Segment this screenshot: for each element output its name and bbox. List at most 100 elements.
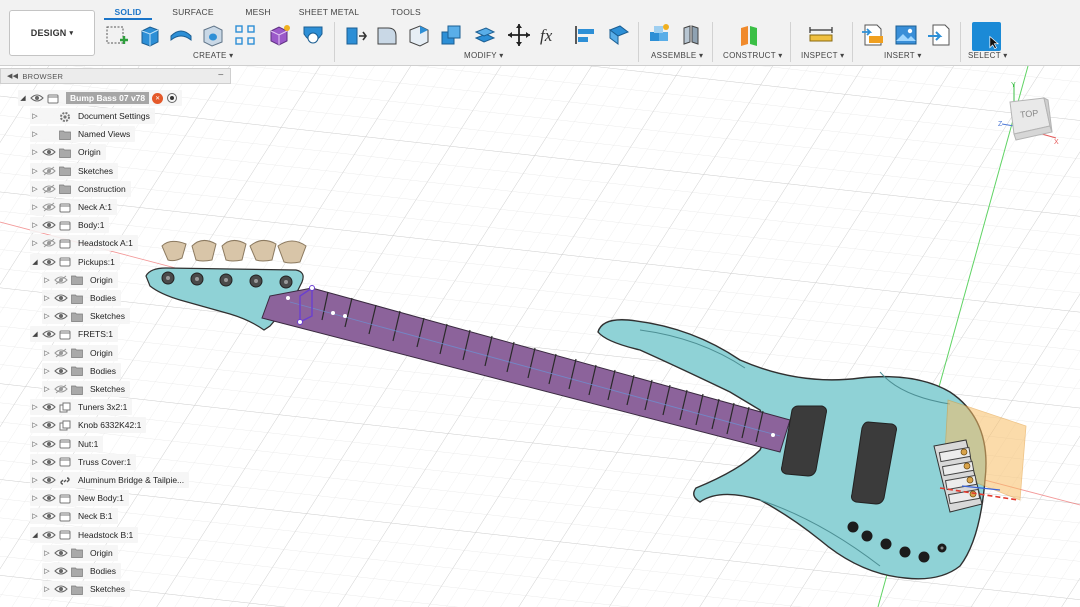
parameters-icon[interactable]: fx — [538, 22, 564, 48]
warning-badge-icon[interactable]: ✕ — [152, 92, 164, 104]
browser-item[interactable]: ▷ Origin — [42, 271, 118, 288]
expand-right-icon[interactable]: ▷ — [30, 203, 40, 211]
tab-mesh[interactable]: MESH — [238, 5, 278, 19]
expand-right-icon[interactable]: ▷ — [42, 549, 52, 557]
visibility-hidden-icon[interactable] — [54, 348, 68, 358]
create-form-icon[interactable] — [266, 22, 292, 48]
browser-item[interactable]: ◢ Pickups:1 — [30, 253, 120, 270]
expand-down-icon[interactable]: ◢ — [30, 330, 40, 338]
expand-right-icon[interactable]: ▷ — [42, 367, 52, 375]
group-create-label[interactable]: CREATE ▾ — [193, 51, 234, 60]
browser-item[interactable]: ▷ Neck A:1 — [30, 199, 118, 215]
mirror-icon[interactable] — [300, 22, 326, 48]
insert-svg-icon[interactable] — [860, 22, 886, 48]
minimize-icon[interactable]: − — [218, 70, 224, 81]
expand-down-icon[interactable]: ◢ — [18, 94, 28, 102]
browser-item[interactable]: ▷ Origin — [42, 344, 118, 361]
expand-right-icon[interactable]: ▷ — [42, 349, 52, 357]
visibility-eye-icon[interactable] — [42, 257, 56, 267]
visibility-eye-icon[interactable] — [42, 220, 56, 230]
view-cube[interactable]: TOP Y X Z — [998, 80, 1062, 151]
visibility-hidden-icon[interactable] — [42, 238, 56, 248]
move-icon[interactable] — [506, 22, 532, 48]
extrude-icon[interactable] — [136, 22, 162, 48]
expand-right-icon[interactable]: ▷ — [30, 239, 40, 247]
browser-item[interactable]: ◢ Headstock B:1 — [30, 526, 139, 543]
press-pull-icon[interactable] — [342, 22, 368, 48]
expand-down-icon[interactable]: ◢ — [30, 531, 40, 539]
visibility-eye-icon[interactable] — [54, 293, 68, 303]
browser-item[interactable]: ▷ Origin — [30, 144, 106, 161]
split-body-icon[interactable] — [472, 22, 498, 48]
tab-sheet-metal[interactable]: SHEET METAL — [294, 5, 364, 19]
group-construct-label[interactable]: CONSTRUCT ▾ — [723, 51, 783, 60]
attach-canvas-icon[interactable] — [893, 22, 919, 48]
hole-icon[interactable] — [200, 22, 226, 48]
fillet-icon[interactable] — [374, 22, 400, 48]
visibility-hidden-icon[interactable] — [54, 275, 68, 285]
visibility-eye-icon[interactable] — [42, 493, 56, 503]
visibility-eye-icon[interactable] — [42, 420, 56, 430]
3d-viewport[interactable] — [0, 65, 1080, 607]
group-modify-label[interactable]: MODIFY ▾ — [464, 51, 504, 60]
browser-item[interactable]: ▷ Bodies — [42, 290, 121, 306]
tab-surface[interactable]: SURFACE — [166, 5, 220, 19]
expand-right-icon[interactable]: ▷ — [30, 458, 40, 466]
expand-right-icon[interactable]: ▷ — [30, 148, 40, 156]
group-inspect-label[interactable]: INSPECT ▾ — [801, 51, 844, 60]
visibility-eye-icon[interactable] — [42, 457, 56, 467]
expand-right-icon[interactable]: ▷ — [42, 385, 52, 393]
expand-right-icon[interactable]: ▷ — [30, 512, 40, 520]
visibility-eye-icon[interactable] — [54, 366, 68, 376]
visibility-eye-icon[interactable] — [54, 584, 68, 594]
group-insert-label[interactable]: INSERT ▾ — [884, 51, 922, 60]
browser-item[interactable]: ▷ New Body:1 — [30, 490, 129, 507]
expand-right-icon[interactable]: ▷ — [30, 440, 40, 448]
visibility-eye-icon[interactable] — [42, 475, 56, 485]
visibility-hidden-icon[interactable] — [42, 202, 56, 212]
visibility-hidden-icon[interactable] — [42, 166, 56, 176]
expand-right-icon[interactable]: ▷ — [30, 403, 40, 411]
browser-item[interactable]: ▷ Bodies — [42, 362, 121, 379]
expand-right-icon[interactable]: ▷ — [42, 585, 52, 593]
visibility-eye-icon[interactable] — [42, 439, 56, 449]
align-icon[interactable] — [572, 22, 598, 48]
visibility-eye-icon[interactable] — [42, 530, 56, 540]
expand-right-icon[interactable]: ▷ — [30, 167, 40, 175]
new-component-icon[interactable] — [646, 22, 672, 48]
browser-item[interactable]: ▷ Truss Cover:1 — [30, 453, 137, 470]
browser-item[interactable]: ▷ Origin — [42, 544, 118, 561]
browser-item[interactable]: ▷ Tuners 3x2:1 — [30, 399, 133, 416]
expand-down-icon[interactable]: ◢ — [30, 258, 40, 266]
pattern-icon[interactable] — [232, 22, 258, 48]
joint-icon[interactable] — [678, 22, 704, 48]
visibility-eye-icon[interactable] — [42, 402, 56, 412]
visibility-eye-icon[interactable] — [54, 311, 68, 321]
visibility-eye-icon[interactable] — [42, 147, 56, 157]
scale-icon[interactable] — [604, 22, 630, 48]
expand-right-icon[interactable]: ▷ — [42, 567, 52, 575]
select-cursor-icon[interactable] — [972, 22, 1001, 51]
collapse-icon[interactable]: ◀◀ — [7, 72, 18, 80]
browser-item[interactable]: ▷ Sketches — [42, 308, 130, 325]
activate-radio-icon[interactable] — [167, 93, 178, 103]
expand-right-icon[interactable]: ▷ — [42, 312, 52, 320]
measure-icon[interactable] — [808, 22, 834, 48]
visibility-hidden-icon[interactable] — [54, 384, 68, 394]
expand-right-icon[interactable]: ▷ — [30, 185, 40, 193]
chamfer-icon[interactable] — [406, 22, 432, 48]
browser-panel-header[interactable]: ◀◀ BROWSER − — [0, 68, 231, 84]
expand-right-icon[interactable]: ▷ — [30, 221, 40, 229]
revolve-icon[interactable] — [168, 22, 194, 48]
expand-right-icon[interactable]: ▷ — [30, 130, 40, 138]
combine-icon[interactable] — [438, 22, 464, 48]
browser-item[interactable]: ▷ Sketches — [30, 162, 118, 179]
browser-item[interactable]: ▷ Sketches — [42, 581, 130, 598]
browser-item[interactable]: ▷ Headstock A:1 — [30, 235, 138, 252]
expand-right-icon[interactable]: ▷ — [30, 421, 40, 429]
browser-item[interactable]: ▷ Neck B:1 — [30, 508, 118, 525]
browser-item[interactable]: ▷ Sketches — [42, 381, 130, 397]
browser-item[interactable]: ▷ Knob 6332K42:1 — [30, 417, 147, 434]
expand-right-icon[interactable]: ▷ — [42, 294, 52, 302]
browser-item[interactable]: ▷ Aluminum Bridge & Tailpie... — [30, 472, 190, 488]
